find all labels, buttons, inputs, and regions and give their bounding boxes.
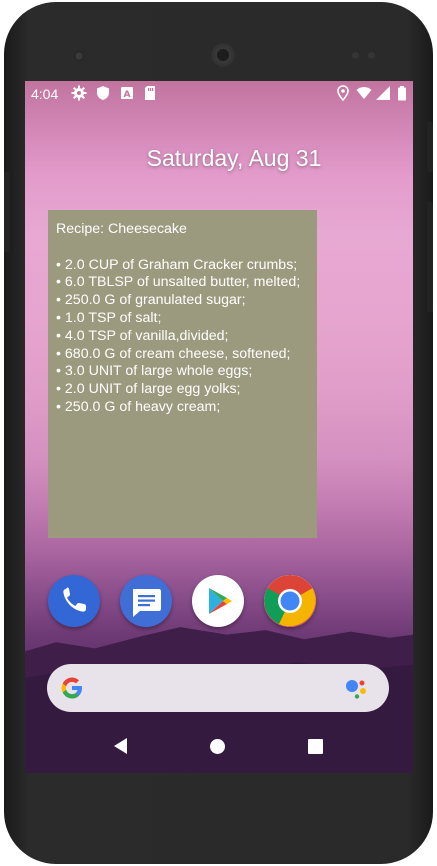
play-store-icon [209, 588, 232, 614]
ingredient-item: • 2.0 UNIT of large egg yolks; [56, 381, 241, 398]
ingredient-item: • 1.0 TSP of salt; [56, 309, 162, 326]
google-g-icon [61, 677, 82, 699]
ingredient-item: • 250.0 G of heavy cream; [56, 398, 221, 415]
ingredient-item: • 4.0 TSP of vanilla,divided; [56, 327, 229, 344]
home-screen: 4:04 A Saturday, Aug 31 Recipe: Cheeseca… [25, 81, 413, 773]
battery-icon [398, 86, 406, 101]
signal-icon [376, 86, 390, 100]
ingredient-item: • 2.0 CUP of Graham Cracker crumbs; [56, 256, 298, 273]
earpiece-speaker [211, 43, 235, 67]
side-button-left [4, 172, 10, 252]
play-store-app-button[interactable] [192, 575, 244, 627]
volume-button [427, 202, 433, 312]
svg-text:A: A [124, 90, 131, 100]
back-icon[interactable] [112, 737, 130, 755]
phone-app-button[interactable] [48, 575, 100, 627]
messages-app-button[interactable] [120, 575, 172, 627]
messages-icon [133, 589, 161, 617]
phone-icon [63, 587, 86, 612]
location-icon [337, 85, 349, 101]
shield-icon [97, 86, 109, 100]
recents-icon[interactable] [308, 739, 323, 754]
google-search-bar[interactable] [47, 664, 389, 712]
home-icon[interactable] [210, 739, 225, 754]
front-camera [74, 51, 84, 61]
power-button [427, 122, 433, 172]
wifi-icon [356, 87, 372, 99]
status-bar[interactable]: 4:04 A [25, 81, 413, 107]
recipe-title: Recipe: Cheesecake [56, 221, 187, 237]
status-time: 4:04 [31, 86, 59, 102]
lock-date[interactable]: Saturday, Aug 31 [25, 145, 413, 172]
settings-gear-icon [71, 85, 87, 101]
ingredient-item: • 250.0 G of granulated sugar; [56, 292, 246, 309]
ingredient-item: • 680.0 G of cream cheese, softened; [56, 345, 291, 362]
ingredient-item: • 6.0 TBLSP of unsalted butter, melted; [56, 274, 301, 291]
chrome-icon [264, 575, 316, 627]
ingredient-item: • 3.0 UNIT of large whole eggs; [56, 363, 253, 380]
chrome-app-button[interactable] [264, 575, 316, 627]
light-sensor [368, 52, 375, 59]
navigation-bar [25, 727, 413, 767]
recipe-widget[interactable]: Recipe: Cheesecake • 2.0 CUP of Graham C… [48, 210, 317, 538]
a-box-icon: A [121, 87, 133, 100]
proximity-sensor [352, 52, 359, 59]
google-assistant-icon [346, 680, 366, 699]
sd-card-icon [145, 86, 155, 100]
